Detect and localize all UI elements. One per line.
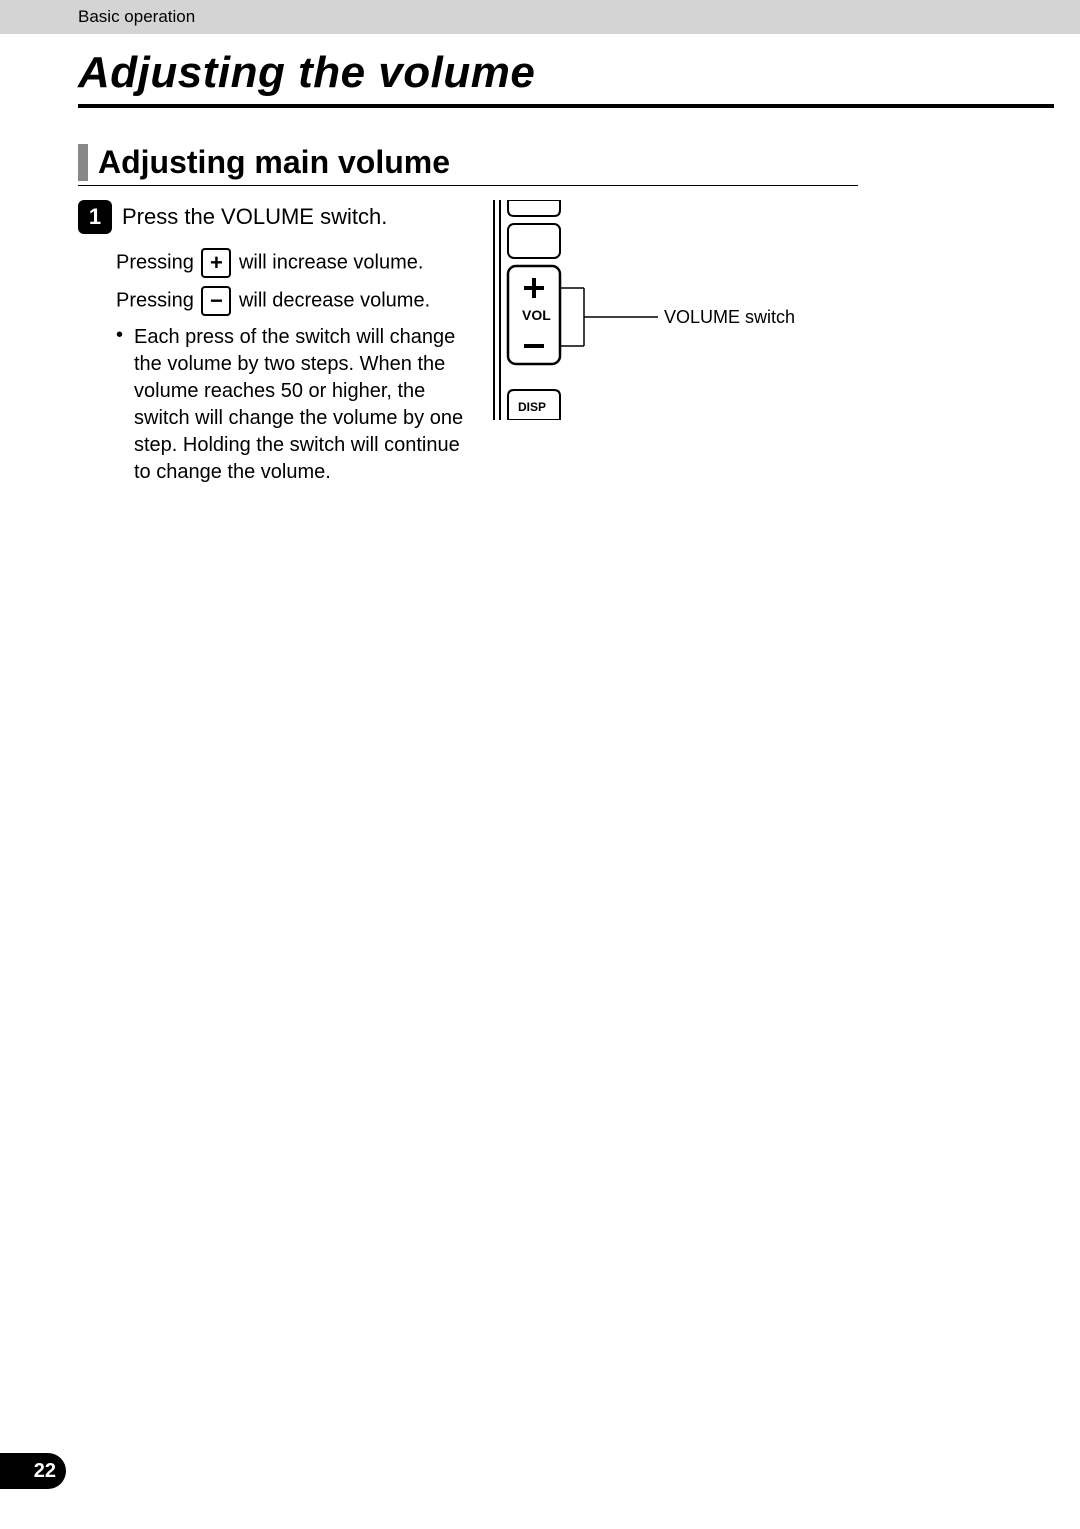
page-title: Adjusting the volume [78,48,535,97]
step-number-badge: 1 [78,200,112,234]
step-header: 1 Press the VOLUME switch. [78,200,468,234]
plus-icon: + [201,248,231,278]
bullet-text: Each press of the switch will change the… [134,324,468,486]
subsection-heading-block: Adjusting main volume [78,144,858,186]
page-title-block: Adjusting the volume [78,48,1054,108]
instructions-column: 1 Press the VOLUME switch. Pressing + wi… [78,200,468,486]
text-fragment: will increase volume. [239,251,424,273]
disp-button-label: DISP [518,400,546,414]
diagram-column: VOL DISP VOLUME switch [468,200,848,420]
bullet-marker: • [116,324,134,486]
text-fragment: Pressing [116,289,199,311]
text-fragment: will decrease volume. [239,289,430,311]
decrease-line: Pressing − will decrease volume. [116,286,468,316]
breadcrumb: Basic operation [0,0,1080,34]
increase-line: Pressing + will increase volume. [116,248,468,278]
vol-button-label: VOL [522,307,551,323]
manual-page: Basic operation Adjusting the volume Adj… [0,0,1080,1529]
text-fragment: Pressing [116,251,199,273]
volume-switch-diagram: VOL DISP VOLUME switch [488,200,828,420]
page-number: 22 [0,1453,66,1489]
content-row: 1 Press the VOLUME switch. Pressing + wi… [78,200,858,486]
minus-icon: − [201,286,231,316]
bullet-item: • Each press of the switch will change t… [116,324,468,486]
subsection-heading: Adjusting main volume [78,144,858,181]
volume-switch-callout: VOLUME switch [664,307,795,328]
step-title: Press the VOLUME switch. [122,204,387,230]
